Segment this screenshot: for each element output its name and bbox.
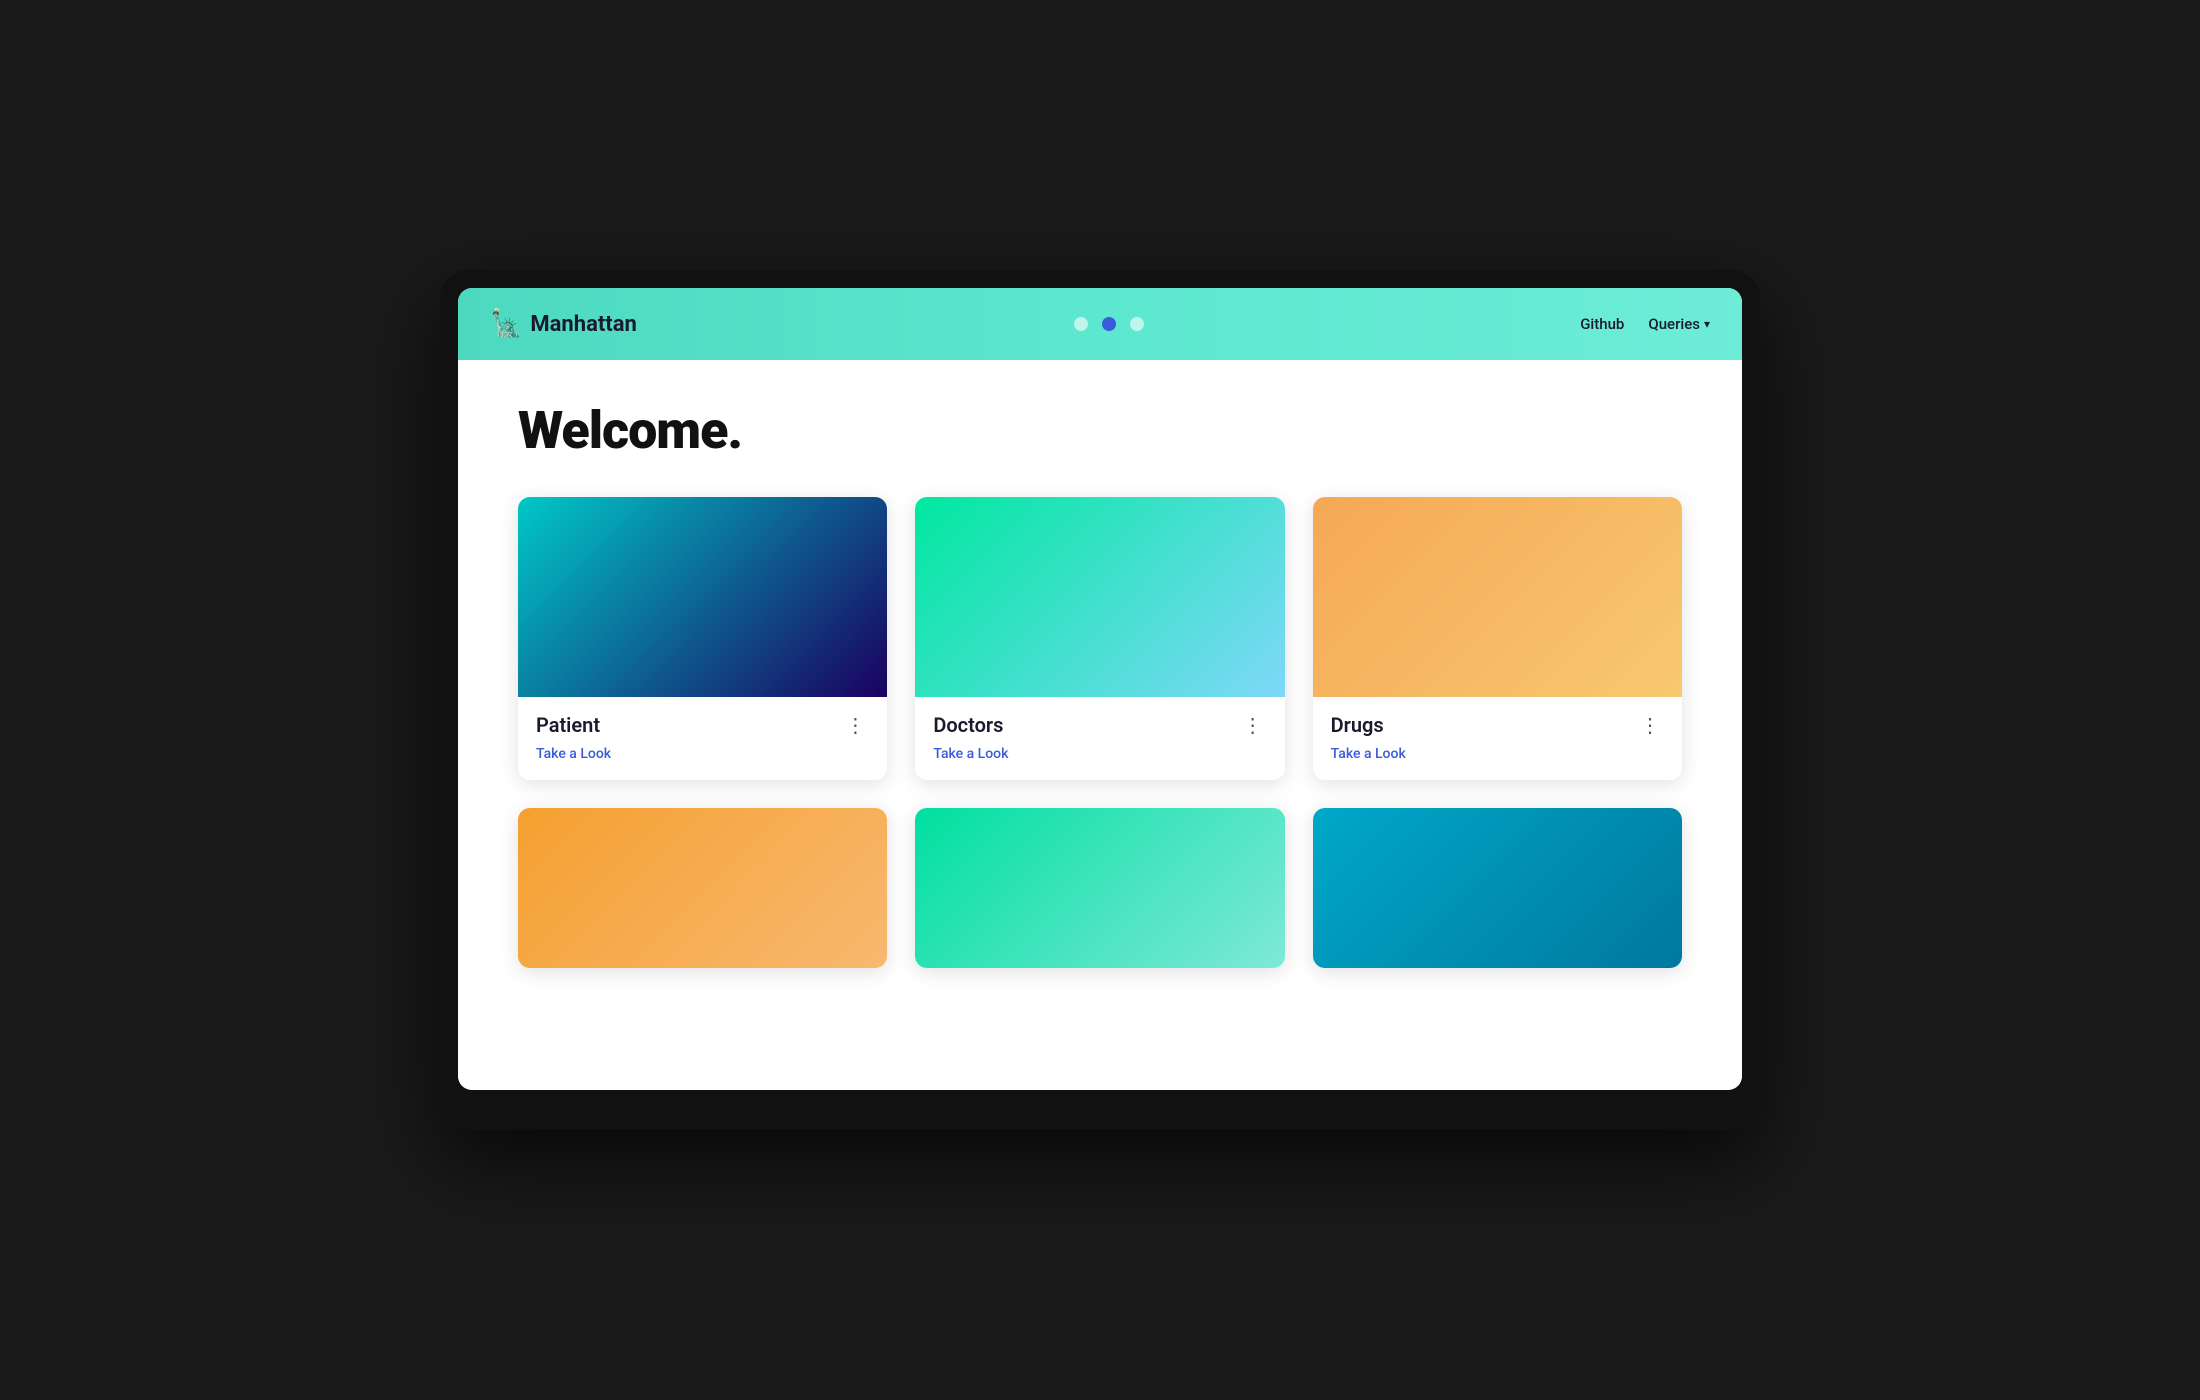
card-drugs-title: Drugs	[1331, 713, 1384, 737]
queries-label: Queries	[1648, 315, 1700, 333]
card-5[interactable]	[915, 808, 1284, 968]
card-drugs-link[interactable]: Take a Look	[1331, 746, 1406, 762]
card-patient-title: Patient	[536, 713, 600, 737]
card-doctors-header: Doctors ⋮	[933, 713, 1266, 737]
card-6-image	[1313, 808, 1682, 968]
card-doctors[interactable]: Doctors ⋮ Take a Look	[915, 497, 1284, 780]
brand-icon: 🗽	[490, 309, 522, 339]
brand-name: Manhattan	[530, 312, 636, 337]
nav-dot-2[interactable]	[1102, 317, 1116, 331]
queries-dropdown[interactable]: Queries ▾	[1648, 315, 1710, 333]
monitor-frame: 🗽 Manhattan Github Queries ▾ Welcome.	[440, 270, 1760, 1130]
card-5-image	[915, 808, 1284, 968]
card-drugs-body: Drugs ⋮ Take a Look	[1313, 697, 1682, 780]
screen: 🗽 Manhattan Github Queries ▾ Welcome.	[458, 288, 1742, 1090]
page-title: Welcome.	[518, 400, 1682, 461]
card-doctors-title: Doctors	[933, 713, 1003, 737]
card-patient-body: Patient ⋮ Take a Look	[518, 697, 887, 780]
card-doctors-link[interactable]: Take a Look	[933, 746, 1008, 762]
brand: 🗽 Manhattan	[490, 309, 637, 339]
card-patient-image	[518, 497, 887, 697]
card-4[interactable]	[518, 808, 887, 968]
card-patient-link[interactable]: Take a Look	[536, 746, 611, 762]
card-patient-header: Patient ⋮	[536, 713, 869, 737]
main-content: Welcome. Patient ⋮ Take a Look	[458, 360, 1742, 1090]
card-4-image	[518, 808, 887, 968]
card-drugs-header: Drugs ⋮	[1331, 713, 1664, 737]
nav-dots	[1074, 317, 1144, 331]
card-patient[interactable]: Patient ⋮ Take a Look	[518, 497, 887, 780]
card-doctors-image	[915, 497, 1284, 697]
nav-links: Github Queries ▾	[1580, 315, 1710, 333]
navbar: 🗽 Manhattan Github Queries ▾	[458, 288, 1742, 360]
card-doctors-body: Doctors ⋮ Take a Look	[915, 697, 1284, 780]
card-drugs-more-icon[interactable]: ⋮	[1636, 713, 1664, 737]
card-grid: Patient ⋮ Take a Look Doctors ⋮ Ta	[518, 497, 1682, 968]
card-doctors-more-icon[interactable]: ⋮	[1239, 713, 1267, 737]
github-link[interactable]: Github	[1580, 315, 1624, 333]
nav-dot-1[interactable]	[1074, 317, 1088, 331]
nav-dot-3[interactable]	[1130, 317, 1144, 331]
card-drugs-image	[1313, 497, 1682, 697]
card-6[interactable]	[1313, 808, 1682, 968]
card-drugs[interactable]: Drugs ⋮ Take a Look	[1313, 497, 1682, 780]
card-patient-more-icon[interactable]: ⋮	[841, 713, 869, 737]
chevron-down-icon: ▾	[1704, 317, 1710, 331]
